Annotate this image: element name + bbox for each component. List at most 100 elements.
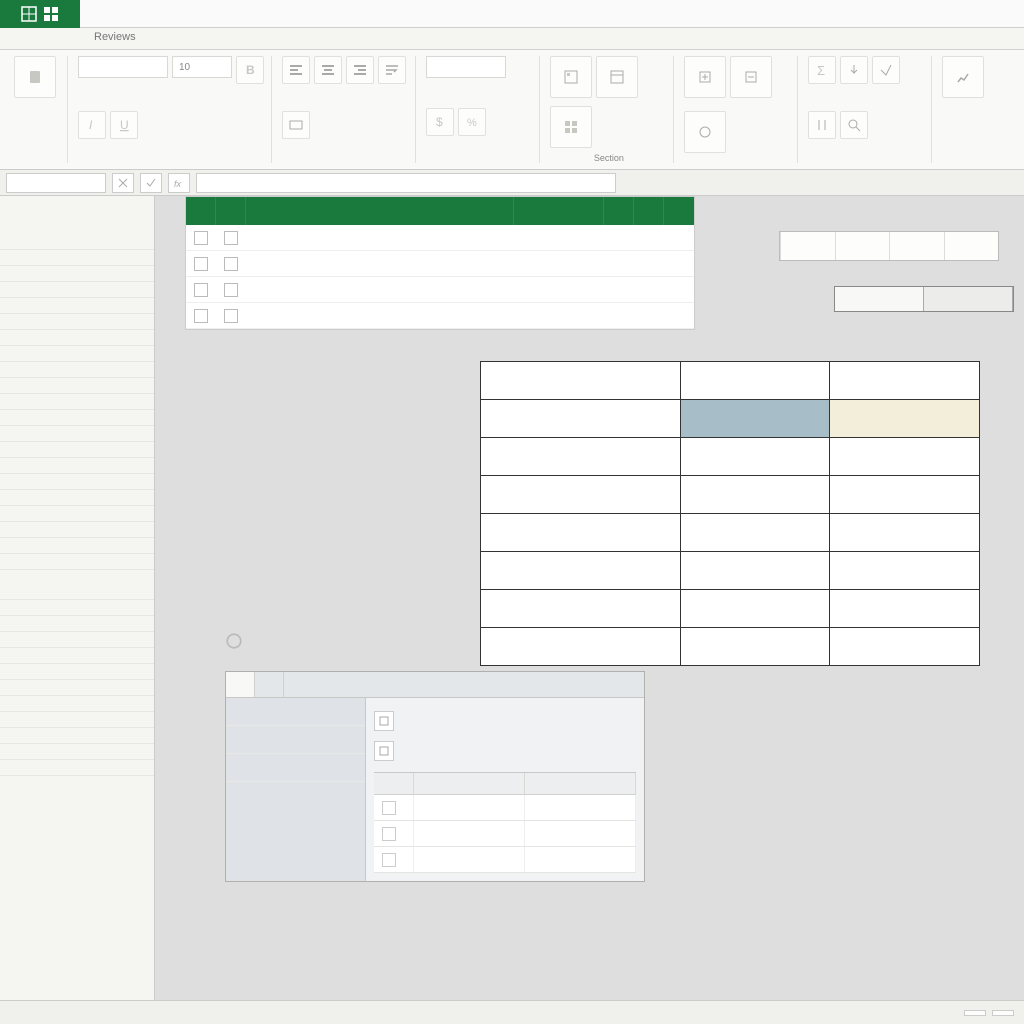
sidebar-item[interactable] xyxy=(0,378,154,394)
sidebar-item[interactable] xyxy=(0,506,154,522)
sidebar-item[interactable] xyxy=(0,584,154,600)
sidebar-item[interactable] xyxy=(0,474,154,490)
paste-button[interactable] xyxy=(14,56,56,98)
table-cell[interactable] xyxy=(680,438,830,476)
table-row[interactable] xyxy=(481,628,980,666)
checkbox[interactable] xyxy=(224,231,238,245)
sidebar-item[interactable] xyxy=(0,410,154,426)
mini-tool-button[interactable] xyxy=(889,232,944,260)
sidebar-item[interactable] xyxy=(0,632,154,648)
table-cell[interactable] xyxy=(830,590,980,628)
cell-styles-button[interactable] xyxy=(550,106,592,148)
sidebar-item[interactable] xyxy=(0,554,154,570)
sidebar-item[interactable] xyxy=(0,282,154,298)
fx-cancel-button[interactable] xyxy=(112,173,134,193)
table-cell[interactable] xyxy=(830,514,980,552)
sidebar-item[interactable] xyxy=(0,266,154,282)
sidebar-item[interactable] xyxy=(0,298,154,314)
sidebar-item[interactable] xyxy=(0,538,154,554)
sidebar-item[interactable] xyxy=(0,314,154,330)
analyze-button[interactable] xyxy=(942,56,984,98)
sidebar-item[interactable] xyxy=(0,442,154,458)
dialog-category[interactable] xyxy=(226,754,365,782)
align-center-button[interactable] xyxy=(314,56,342,84)
table-cell[interactable] xyxy=(481,628,681,666)
sidebar-item[interactable] xyxy=(0,362,154,378)
sidebar-item[interactable] xyxy=(0,696,154,712)
table-row[interactable] xyxy=(481,590,980,628)
table-cell[interactable] xyxy=(830,438,980,476)
status-button[interactable] xyxy=(992,1010,1014,1016)
checkbox[interactable] xyxy=(194,283,208,297)
sidebar-item[interactable] xyxy=(0,490,154,506)
number-format[interactable] xyxy=(426,56,506,78)
table-cell[interactable] xyxy=(680,476,830,514)
sidebar-item[interactable] xyxy=(0,458,154,474)
dialog-tab[interactable] xyxy=(226,672,255,697)
bold-button[interactable]: B xyxy=(236,56,264,84)
right-tab[interactable] xyxy=(924,287,1013,311)
dialog-tab[interactable] xyxy=(255,672,284,697)
table-row[interactable] xyxy=(481,514,980,552)
table-cell[interactable] xyxy=(680,552,830,590)
table-cell[interactable] xyxy=(680,628,830,666)
table-cell[interactable] xyxy=(830,552,980,590)
tab-reviews[interactable]: Reviews xyxy=(80,28,150,49)
clear-button[interactable] xyxy=(872,56,900,84)
grid-row[interactable] xyxy=(374,821,636,847)
delete-button[interactable] xyxy=(730,56,772,98)
sidebar-item[interactable] xyxy=(0,600,154,616)
table-row[interactable] xyxy=(481,476,980,514)
percent-button[interactable]: % xyxy=(458,108,486,136)
sidebar-item[interactable] xyxy=(0,728,154,744)
sidebar-item[interactable] xyxy=(0,744,154,760)
underline-button[interactable]: U xyxy=(110,111,138,139)
table-row[interactable] xyxy=(481,400,980,438)
table-row[interactable] xyxy=(481,552,980,590)
sidebar-item[interactable] xyxy=(0,648,154,664)
fontsize-combo[interactable]: 10 xyxy=(172,56,232,78)
checkbox[interactable] xyxy=(224,257,238,271)
fill-button[interactable] xyxy=(840,56,868,84)
table-cell[interactable] xyxy=(481,476,681,514)
table-row[interactable] xyxy=(481,438,980,476)
find-button[interactable] xyxy=(840,111,868,139)
mini-tool-button[interactable] xyxy=(944,232,999,260)
format-button[interactable] xyxy=(684,111,726,153)
insert-button[interactable] xyxy=(684,56,726,98)
table-cell[interactable] xyxy=(830,628,980,666)
sidebar-item[interactable] xyxy=(0,712,154,728)
currency-button[interactable]: $ xyxy=(426,108,454,136)
sidebar-item[interactable] xyxy=(0,760,154,776)
checkbox[interactable] xyxy=(194,257,208,271)
grid-row[interactable] xyxy=(374,795,636,821)
fx-enter-button[interactable] xyxy=(140,173,162,193)
fx-button[interactable]: fx xyxy=(168,173,190,193)
autosum-button[interactable]: Σ xyxy=(808,56,836,84)
cond-format-button[interactable] xyxy=(550,56,592,98)
merge-button[interactable] xyxy=(282,111,310,139)
sidebar-item[interactable] xyxy=(0,330,154,346)
table-cell[interactable] xyxy=(830,476,980,514)
font-combo[interactable] xyxy=(78,56,168,78)
sidebar-item[interactable] xyxy=(0,616,154,632)
sidebar-item[interactable] xyxy=(0,522,154,538)
table-cell[interactable] xyxy=(481,438,681,476)
task-row[interactable] xyxy=(186,277,694,303)
wrap-button[interactable] xyxy=(378,56,406,84)
sort-button[interactable] xyxy=(808,111,836,139)
table-cell[interactable] xyxy=(481,590,681,628)
sidebar-item[interactable] xyxy=(0,426,154,442)
checkbox[interactable] xyxy=(224,283,238,297)
mini-tool-button[interactable] xyxy=(780,232,835,260)
sidebar-item[interactable] xyxy=(0,664,154,680)
sidebar-item[interactable] xyxy=(0,234,154,250)
sidebar-item[interactable] xyxy=(0,394,154,410)
grid-row[interactable] xyxy=(374,847,636,873)
name-box[interactable] xyxy=(6,173,106,193)
task-row[interactable] xyxy=(186,225,694,251)
italic-button[interactable]: I xyxy=(78,111,106,139)
table-format-button[interactable] xyxy=(596,56,638,98)
checkbox[interactable] xyxy=(224,309,238,323)
checkbox[interactable] xyxy=(194,231,208,245)
